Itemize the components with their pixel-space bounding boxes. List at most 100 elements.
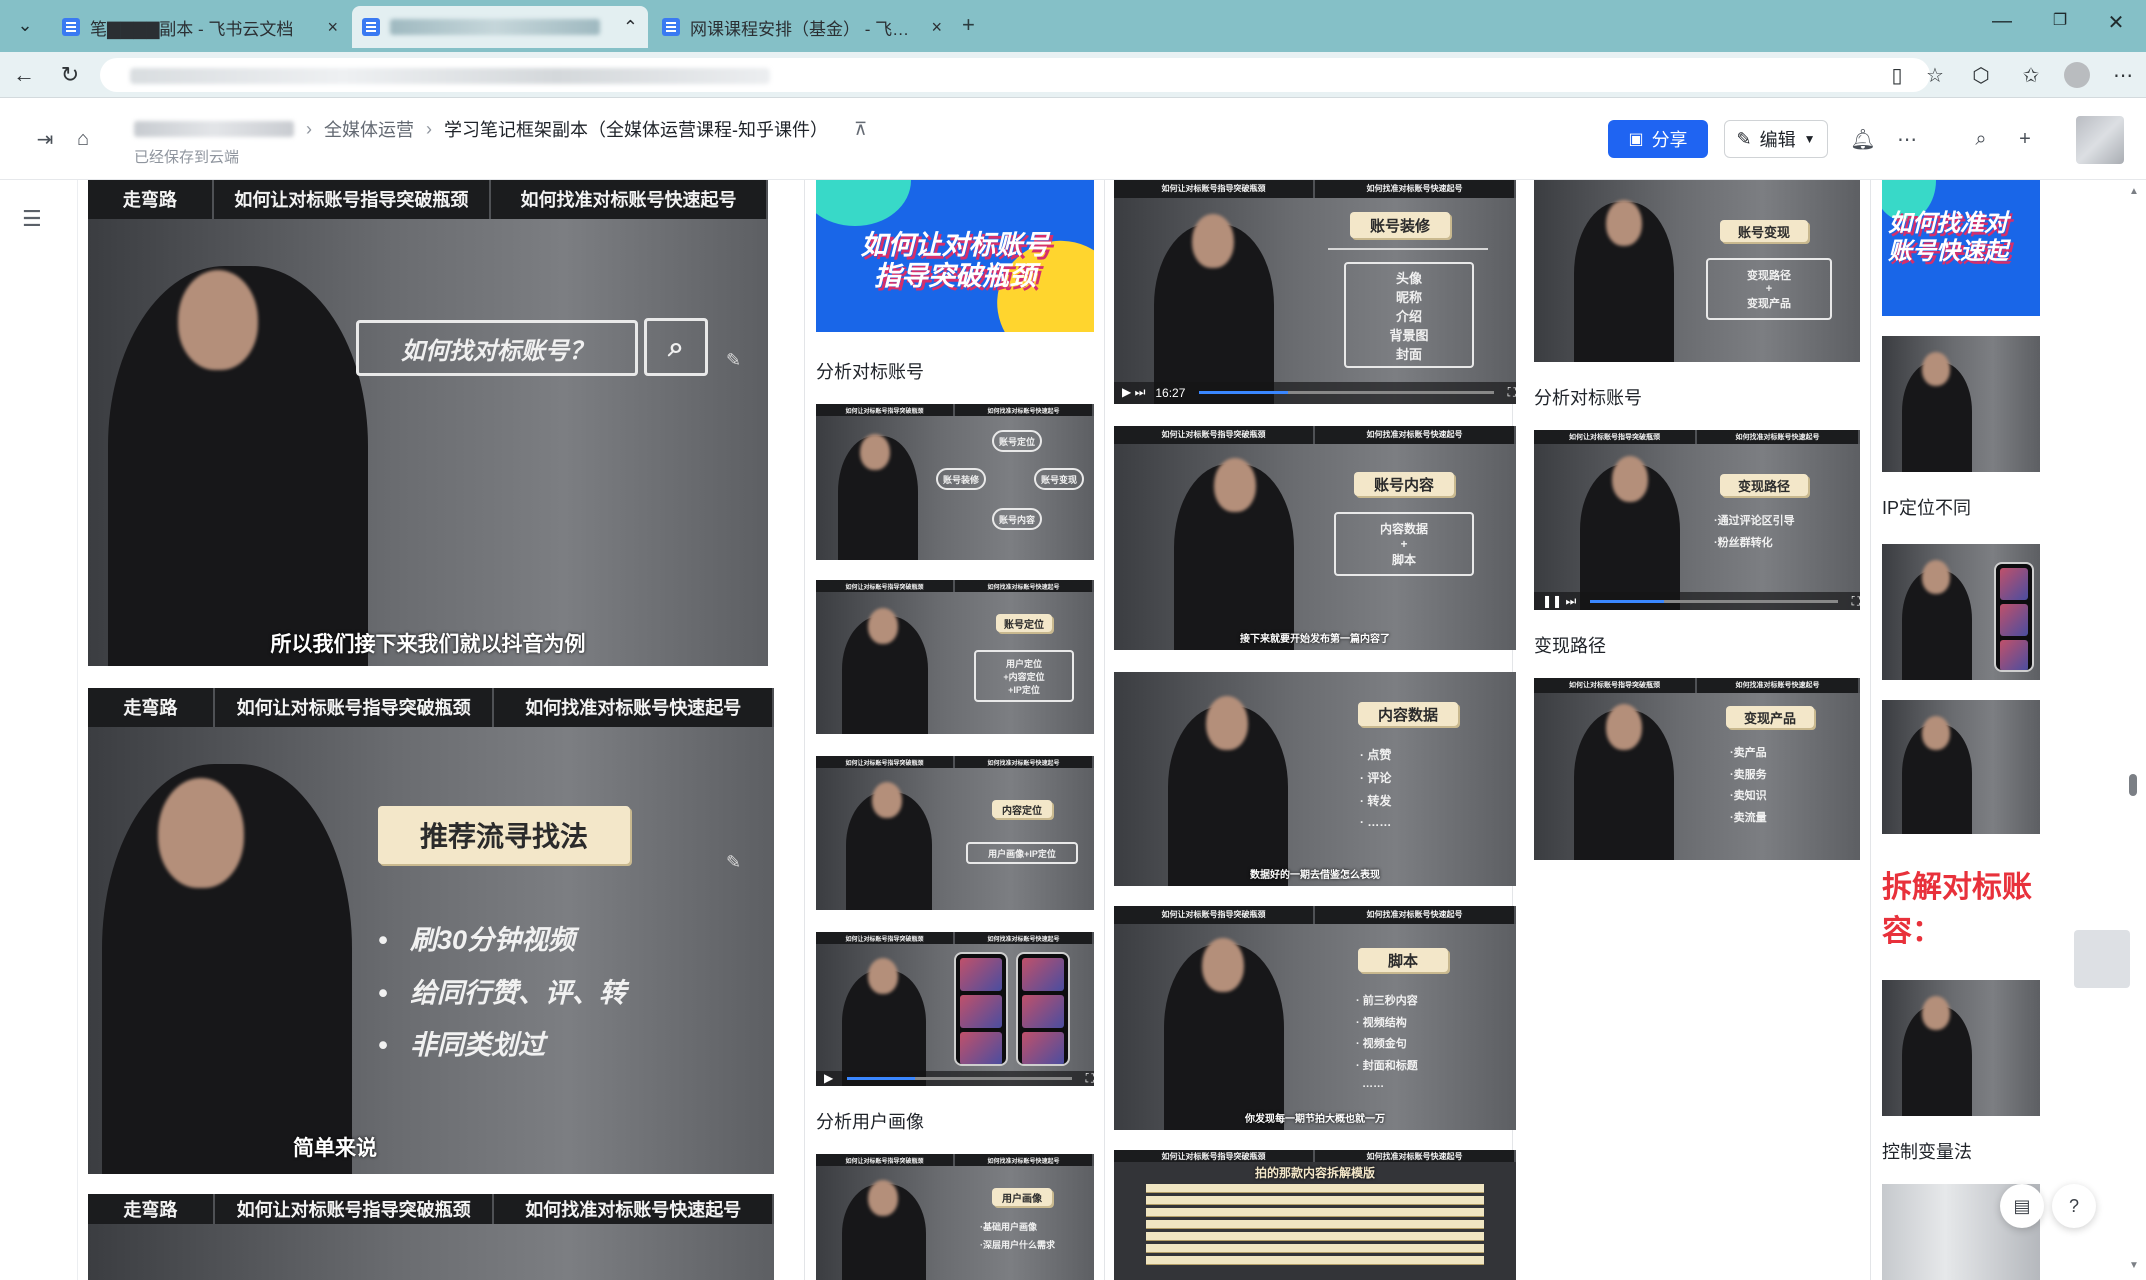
extensions-button[interactable]: ⬡ (1966, 60, 1996, 90)
slide-image[interactable]: 如何让对标账号指导突破瓶颈 如何找准对标账号快速起号 拍的那款内容拆解模版 (1114, 1150, 1516, 1280)
slide-image[interactable]: 账号变现 变现路径 + 变现产品 (1534, 180, 1860, 362)
slide-image[interactable]: 内容数据 · 点赞 · 评论 · 转发 · …… 数据好的一期去借鉴怎么表现 (1114, 672, 1516, 886)
cover-image[interactable]: 如何让对标账号 指导突破瓶颈 (816, 180, 1094, 332)
browser-tab-1[interactable]: 笔▇▇▇▇副本 - 飞书云文档 × (52, 6, 348, 48)
tab-list-button[interactable]: ⌄ (8, 10, 42, 40)
close-tab-icon[interactable]: × (327, 17, 338, 38)
bell-icon: 🔔︎ (1850, 128, 1876, 151)
browser-menu-button[interactable]: ⋯ (2108, 60, 2138, 90)
slide-image[interactable]: 走弯路 如何让对标账号指导突破瓶颈 如何找准对标账号快速起号 推荐流寻找法 ✎ … (88, 688, 774, 1174)
topbar-label: 如何让对标账号指导突破瓶颈 (215, 1194, 495, 1224)
progress-bar[interactable] (1199, 391, 1494, 395)
browser-tab-3[interactable]: 网课课程安排（基金） - 飞书云文 × (652, 6, 952, 48)
back-button[interactable]: ← (8, 60, 40, 90)
browser-tab-2[interactable]: ⌃ (352, 6, 648, 48)
board-line: + (1765, 283, 1773, 295)
minimize-button[interactable]: — (1982, 10, 2022, 33)
floating-thumbnail[interactable] (2074, 930, 2130, 988)
video-player-bar[interactable]: ❚❚ ⏭ ⛶ (1534, 592, 1860, 610)
slide-image[interactable] (1882, 980, 2040, 1116)
table-row (1146, 1184, 1484, 1194)
profile-avatar[interactable] (2064, 62, 2090, 88)
vertical-scrollbar[interactable] (2126, 180, 2140, 1280)
slide-title: 账号变现 (1720, 220, 1808, 242)
slide-image[interactable]: 走弯路 如何让对标账号指导突破瓶颈 如何找准对标账号快速起号 如何找对标账号？ … (88, 180, 768, 666)
fullscreen-icon: ⛶ (1085, 1070, 1094, 1085)
scroll-down-arrow-icon[interactable]: ▼ (2129, 1260, 2139, 1271)
address-bar[interactable] (100, 58, 1930, 92)
notifications-button[interactable]: 🔔︎ (1848, 124, 1878, 154)
pin-icon[interactable]: ⊼ (854, 119, 867, 140)
pause-icon: ❚❚ ⏭ (1542, 593, 1577, 608)
slide-subtitle: 简单来说 (293, 1137, 377, 1160)
close-tab-icon[interactable]: × (931, 17, 942, 38)
favorite-button[interactable]: ☆ (1920, 60, 1950, 90)
save-status: 已经保存到云端 (134, 149, 240, 166)
slide-image[interactable]: 如何让对标账号指导突破瓶颈 如何找准对标账号快速起号 脚本 · 前三秒内容 · 视… (1114, 906, 1516, 1130)
video-screenshot[interactable]: 如何让对标账号指导突破瓶颈 如何找准对标账号快速起号 变现路径 ·通过评论区引导 … (1534, 430, 1860, 610)
more-options-button[interactable]: ⋯ (1892, 124, 1922, 154)
scroll-up-arrow-icon[interactable]: ▲ (2129, 186, 2139, 197)
comment-button[interactable]: ▤ (2000, 1184, 2044, 1228)
phone-screenshot (1994, 562, 2034, 672)
slide-image[interactable]: 如何让对标账号指导突破瓶颈 如何找准对标账号快速起号 内容定位 用户画像+IP定位 (816, 756, 1094, 910)
blurred-face (868, 958, 898, 994)
table-row (1146, 1244, 1484, 1254)
topbar-label: 如何找准对标账号快速起号 (1315, 1150, 1516, 1162)
cover-image[interactable]: 如何找准对 账号快速起 (1882, 180, 2040, 316)
blurred-face (1922, 560, 1950, 594)
bullet-item: ·卖知识 (1730, 790, 1767, 802)
slide-image[interactable] (1882, 700, 2040, 834)
search-icon: ⌕ (1975, 127, 1987, 150)
video-screenshot[interactable]: 如何让对标账号指导突破瓶颈 如何找准对标账号快速起号 账号装修 头像 昵称 介绍 … (1114, 180, 1516, 404)
create-button[interactable]: + (2010, 124, 2040, 154)
table-row (1146, 1196, 1484, 1206)
user-avatar[interactable] (2076, 116, 2124, 164)
slide-topbar: 如何让对标账号指导突破瓶颈 如何找准对标账号快速起号 (1534, 430, 1860, 445)
diagram-node: 账号内容 (992, 508, 1042, 530)
help-button[interactable]: ? (2052, 1184, 2096, 1228)
close-window-button[interactable]: ✕ (2096, 10, 2136, 35)
video-player-bar[interactable]: ▶ ⛶ (816, 1070, 1094, 1086)
favorites-bar-button[interactable]: ✩ (2016, 60, 2046, 90)
blurred-breadcrumb (134, 121, 294, 137)
slide-image[interactable]: 如何让对标账号指导突破瓶颈 如何找准对标账号快速起号 账号定位 账号装修 账号变现… (816, 404, 1094, 560)
cover-shape (816, 180, 911, 226)
pencil-icon: ✎ (726, 852, 742, 872)
edit-mode-button[interactable]: ✎ 编辑 ▼ (1724, 120, 1828, 158)
scrollbar-thumb[interactable] (2129, 774, 2137, 796)
video-player-bar[interactable]: ▶ ⏭ 16:27 ⛶ (1114, 381, 1516, 404)
blurred-face (1922, 996, 1950, 1030)
slide-image[interactable] (1882, 544, 2040, 680)
slide-image[interactable]: 如何让对标账号指导突破瓶颈 如何找准对标账号快速起号 用户画像 ·基础用户画像 ·… (816, 1154, 1094, 1280)
sidebar-toggle-button[interactable]: ⇥ (30, 124, 60, 154)
diagram-node: 账号装修 (936, 468, 986, 490)
reading-view-button[interactable]: ▯ (1882, 60, 1912, 90)
reload-button[interactable]: ↻ (54, 60, 86, 90)
search-button[interactable]: ⌕ (1966, 124, 1996, 154)
outline-icon[interactable]: ☰ (22, 206, 42, 232)
home-button[interactable]: ⌂ (68, 124, 98, 154)
slide-image[interactable]: 如何让对标账号指导突破瓶颈 如何找准对标账号快速起号 账号定位 用户定位 +内容定… (816, 580, 1094, 734)
progress-bar[interactable] (847, 1076, 1072, 1080)
breadcrumb-item[interactable]: 全媒体运营 (324, 116, 414, 142)
bullet-item: 视频金句 (1362, 1038, 1407, 1050)
slide-image[interactable]: 如何让对标账号指导突破瓶颈 如何找准对标账号快速起号 ▶ ⛶ (816, 932, 1094, 1086)
new-tab-button[interactable]: + (962, 12, 975, 38)
progress-bar[interactable] (1590, 599, 1838, 603)
breadcrumb: › 全媒体运营 › 学习笔记框架副本（全媒体运营课程-知乎课件） ⊼ (134, 116, 867, 142)
slide-image[interactable]: 如何让对标账号指导突破瓶颈 如何找准对标账号快速起号 变现产品 ·卖产品 ·卖服务… (1534, 678, 1860, 860)
blurred-face (1606, 704, 1642, 750)
breadcrumb-current[interactable]: 学习笔记框架副本（全媒体运营课程-知乎课件） (444, 116, 828, 142)
share-button[interactable]: ▣ 分享 (1608, 120, 1708, 158)
slide-title: 内容定位 (992, 800, 1052, 818)
restore-button[interactable]: ❐ (2040, 10, 2080, 30)
slide-image[interactable]: 走弯路 如何让对标账号指导突破瓶颈 如何找准对标账号快速起号 (88, 1194, 774, 1280)
topbar-label: 走弯路 (88, 1194, 215, 1224)
slide-image[interactable] (1882, 336, 2040, 472)
slide-image[interactable]: 如何让对标账号指导突破瓶颈 如何找准对标账号快速起号 账号内容 内容数据 + 脚本… (1114, 426, 1516, 650)
collapse-tab-icon[interactable]: ⌃ (623, 17, 638, 38)
phone-screenshot (1016, 952, 1070, 1066)
puzzle-icon: ⬡ (1972, 64, 1990, 87)
topbar-label: 如何让对标账号指导突破瓶颈 (816, 932, 955, 945)
